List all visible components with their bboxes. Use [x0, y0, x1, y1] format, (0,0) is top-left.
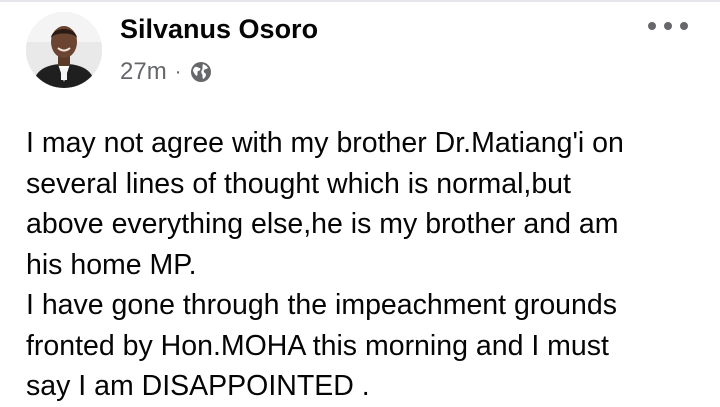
more-dot	[664, 22, 672, 30]
avatar[interactable]	[26, 12, 102, 88]
globe-icon[interactable]	[189, 60, 213, 84]
post-paragraph: I may not agree with my brother Dr.Matia…	[26, 127, 624, 281]
more-dot	[648, 22, 656, 30]
meta-separator: ·	[174, 61, 182, 83]
post-paragraph: I have gone through the impeachment grou…	[26, 289, 617, 402]
top-divider	[0, 0, 720, 2]
post-meta: 27m ·	[120, 56, 213, 88]
post-text: I may not agree with my brother Dr.Matia…	[26, 123, 706, 407]
more-options-button[interactable]	[648, 16, 688, 36]
avatar-photo	[26, 12, 102, 88]
more-dot	[680, 22, 688, 30]
post-timestamp[interactable]: 27m	[120, 58, 167, 86]
author-name[interactable]: Silvanus Osoro	[120, 12, 318, 46]
